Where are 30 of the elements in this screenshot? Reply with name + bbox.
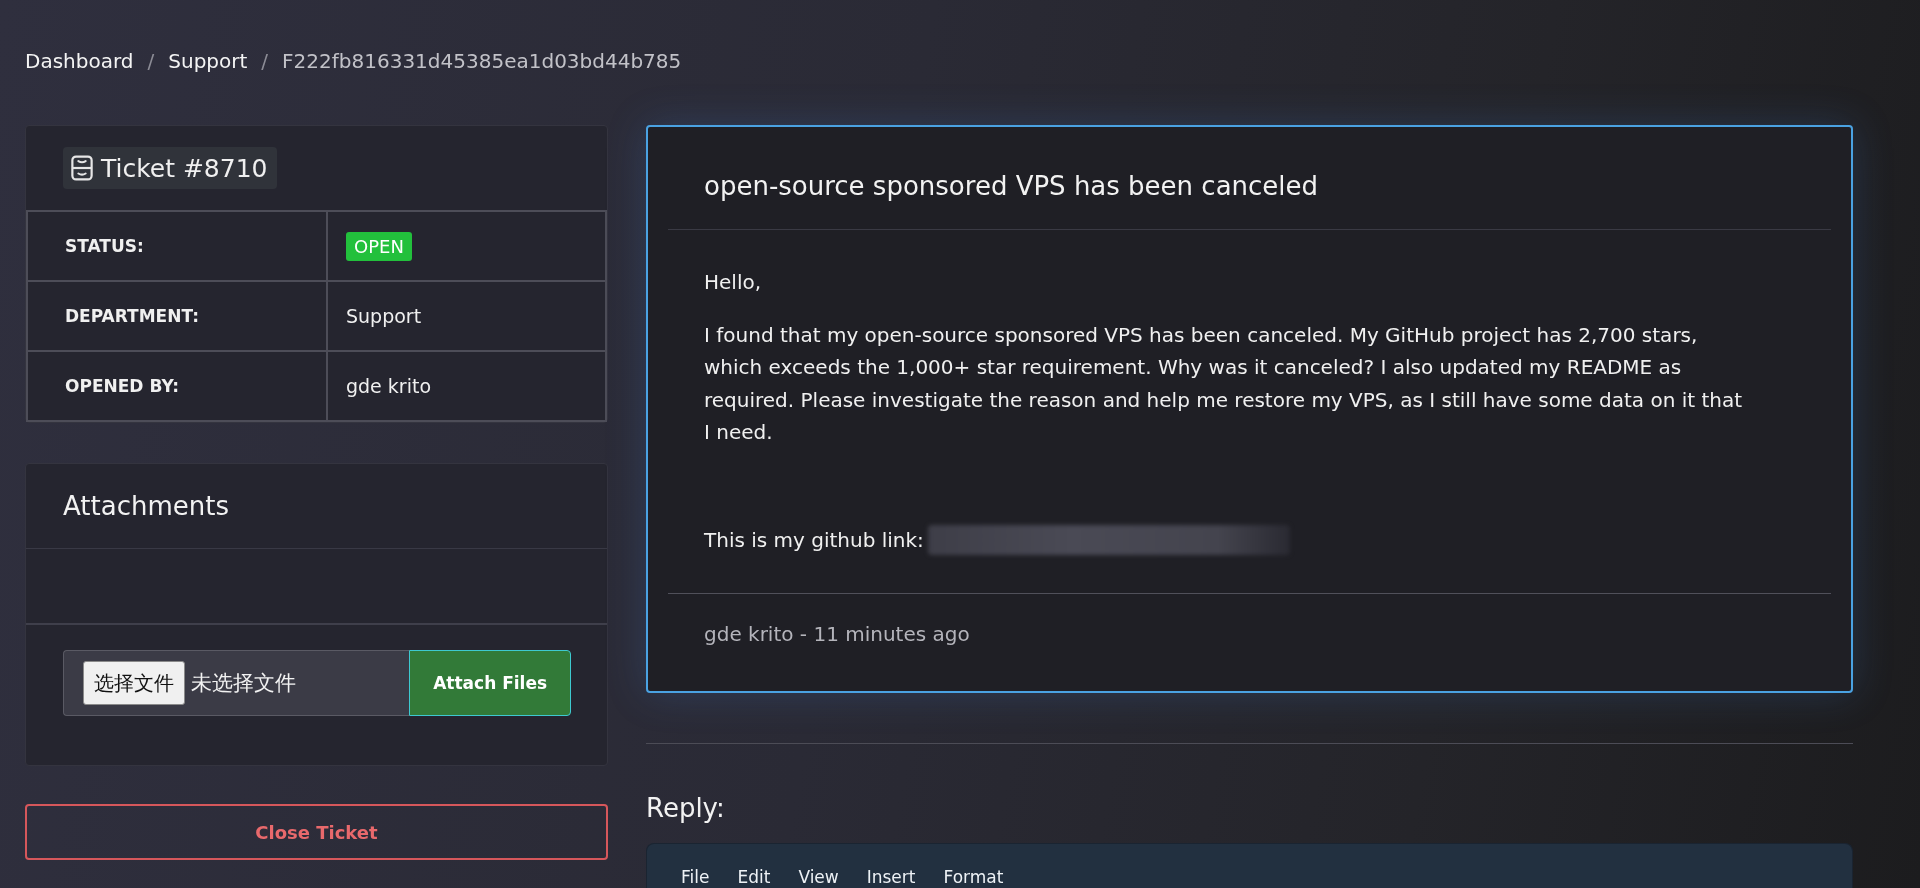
editor-menu-item[interactable]: Format — [931, 866, 1016, 887]
message-paragraph: This is my github link: — [704, 526, 924, 554]
reply-heading: Reply: — [646, 791, 726, 825]
editor-menu-item[interactable]: View — [786, 866, 851, 887]
editor-menu-item[interactable]: File — [669, 866, 722, 887]
message-subject: open-source sponsored VPS has been canceled — [704, 170, 1320, 203]
cabinet-icon — [71, 155, 93, 181]
breadcrumb-current: F222fb816331d45385ea1d03bd44b785 — [282, 49, 682, 73]
file-input-field[interactable]: 选择文件 未选择文件 — [63, 650, 410, 716]
ticket-title: Ticket #8710 — [101, 153, 268, 183]
message-paragraph: I found that my open-source sponsored VPS has been canceled. My GitHub project has 2,700 stars, which exceeds the 1,000+ star requirement. Why was it canceled? I also updated my README as required. Please investigate the reason and help me restore my VPS, as I still have some data on it that I need. — [704, 321, 1744, 446]
attach-files-button[interactable]: Attach Files — [409, 650, 571, 716]
message-author-time: gde krito - 11 minutes ago — [704, 621, 970, 646]
breadcrumb-separator: / — [261, 49, 269, 73]
editor-menu-item[interactable]: Insert — [854, 866, 928, 887]
breadcrumb-link[interactable]: Support — [168, 49, 248, 73]
attachments-title: Attachments — [63, 491, 229, 521]
breadcrumb-separator: / — [147, 49, 155, 73]
editor-menu-item[interactable]: Edit — [725, 866, 783, 887]
close-ticket-button[interactable]: Close Ticket — [25, 804, 608, 860]
status-badge: OPEN — [346, 231, 412, 261]
breadcrumb-link[interactable]: Dashboard — [25, 49, 134, 73]
field-label: OPENED BY: — [27, 351, 327, 421]
field-value: Support — [327, 281, 606, 351]
message-paragraph: Hello, — [704, 269, 763, 296]
field-label: STATUS: — [27, 211, 327, 281]
choose-file-button[interactable]: 选择文件 — [83, 661, 185, 705]
file-status-text: 未选择文件 — [191, 670, 296, 697]
field-label: DEPARTMENT: — [27, 281, 327, 351]
field-value: gde krito — [327, 351, 606, 421]
